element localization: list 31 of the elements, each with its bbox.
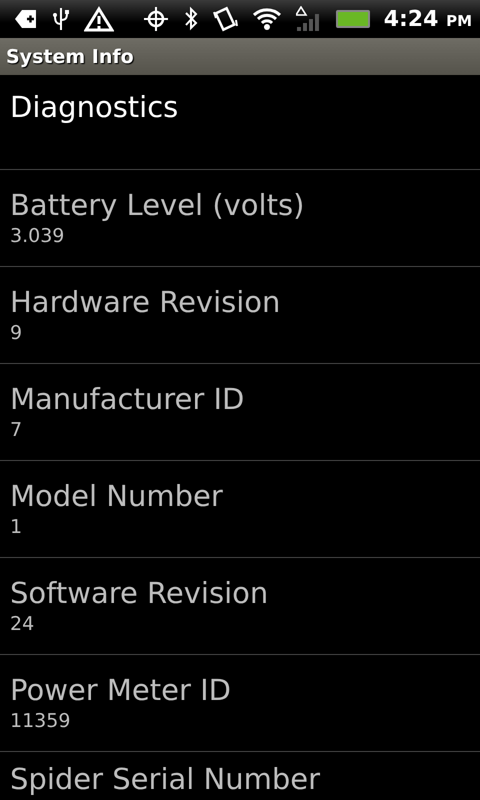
preference-title: Manufacturer ID	[10, 381, 244, 418]
preference-row[interactable]: Model Number 1	[0, 461, 480, 558]
usb-icon	[52, 6, 70, 32]
preference-value: 3.039	[10, 224, 64, 248]
signal-icon	[296, 6, 322, 32]
gps-icon	[142, 6, 170, 32]
preference-title: Hardware Revision	[10, 284, 280, 321]
app-title: System Info	[6, 46, 134, 68]
preference-row[interactable]: Hardware Revision 9	[0, 267, 480, 364]
preference-row[interactable]: Manufacturer ID 7	[0, 364, 480, 461]
vibrate-icon	[212, 6, 238, 32]
category-header: Diagnostics	[10, 90, 178, 124]
wifi-icon	[252, 6, 282, 32]
preference-row[interactable]: Battery Level (volts) 3.039	[0, 170, 480, 267]
preference-value: 9	[10, 321, 22, 345]
preference-value: 11359	[10, 709, 70, 733]
battery-icon	[336, 10, 370, 28]
preference-title: Spider Serial Number	[10, 761, 320, 798]
bluetooth-icon	[184, 6, 198, 32]
preference-row[interactable]: Spider Serial Number	[0, 752, 480, 798]
warning-icon	[84, 6, 114, 32]
preference-title: Battery Level (volts)	[10, 187, 304, 224]
preference-value: 24	[10, 612, 34, 636]
preference-row[interactable]: Software Revision 24	[0, 558, 480, 655]
preference-value: 7	[10, 418, 22, 442]
preference-title: Model Number	[10, 478, 223, 515]
preference-title: Software Revision	[10, 575, 268, 612]
preference-title: Power Meter ID	[10, 672, 231, 709]
preference-value: 1	[10, 515, 22, 539]
clock: 4:24 PM	[384, 6, 472, 32]
preference-row[interactable]: Power Meter ID 11359	[0, 655, 480, 752]
